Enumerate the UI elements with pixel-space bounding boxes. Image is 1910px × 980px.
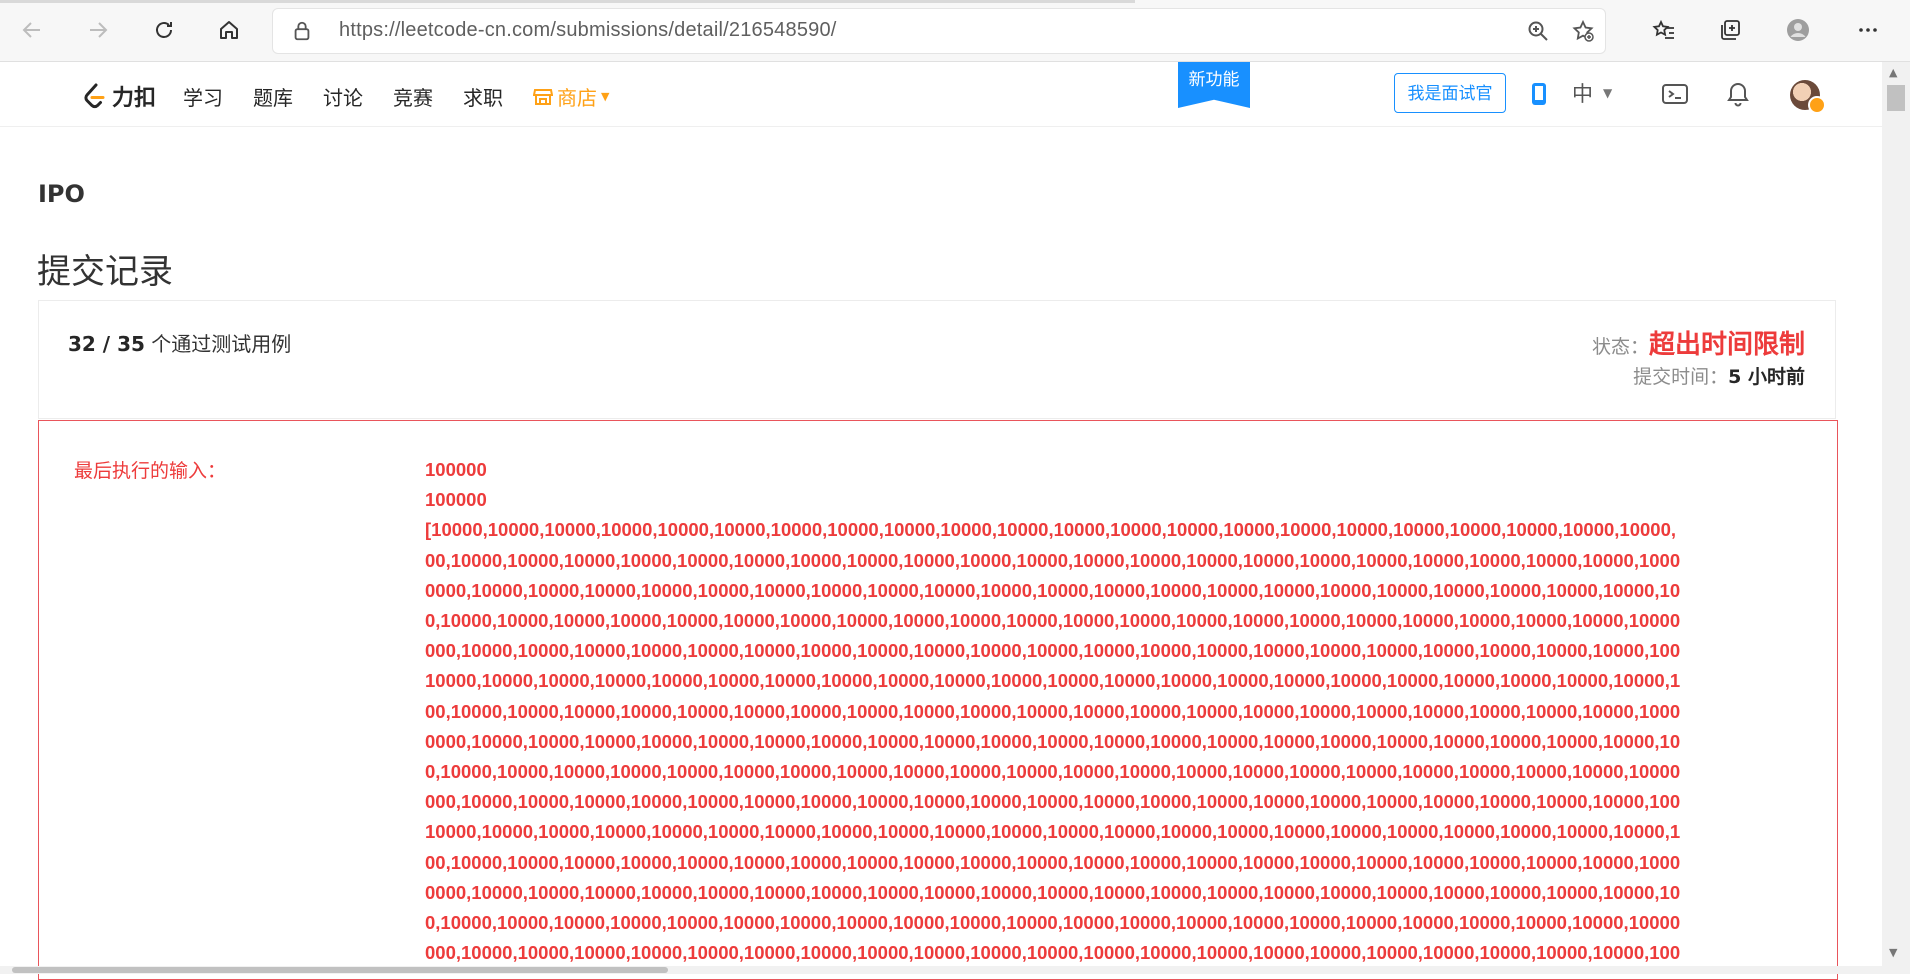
horizontal-scrollbar-thumb[interactable] [12, 967, 668, 973]
input-line: 0000,10000,10000,10000,10000,10000,10000… [425, 730, 1681, 752]
site-logo[interactable]: 力扣 [80, 80, 156, 112]
favorites-icon[interactable] [1646, 12, 1682, 48]
passed-testcases: 32 / 35 个通过测试用例 [68, 328, 291, 357]
input-line: 0000,10000,10000,10000,10000,10000,10000… [425, 579, 1681, 601]
result-card [38, 300, 1836, 419]
status-label: 状态： [1591, 336, 1649, 358]
last-input-label: 最后执行的输入： [74, 460, 227, 482]
input-line: [10000,10000,10000,10000,10000,10000,100… [425, 519, 1677, 541]
lock-icon[interactable] [291, 20, 313, 42]
input-line: 100000 [425, 459, 487, 480]
shop-icon [533, 88, 553, 105]
nav-problems[interactable]: 题库 [253, 82, 293, 111]
input-line: 0000,10000,10000,10000,10000,10000,10000… [425, 881, 1681, 903]
input-line: 0,10000,10000,10000,10000,10000,10000,10… [425, 912, 1681, 934]
chevron-down-icon: ▼ [1603, 86, 1613, 100]
submit-time-value: 5 小时前 [1728, 366, 1805, 388]
profile-icon[interactable] [1780, 12, 1816, 48]
input-line: 10000,10000,10000,10000,10000,10000,1000… [425, 670, 1681, 692]
address-bar[interactable]: https://leetcode-cn.com/submissions/deta… [272, 8, 1606, 54]
browser-toolbar: https://leetcode-cn.com/submissions/deta… [0, 0, 1910, 62]
scroll-down-icon[interactable]: ▼ [1889, 946, 1897, 959]
chevron-down-icon: ▼ [601, 90, 610, 103]
input-line: 00,10000,10000,10000,10000,10000,10000,1… [425, 549, 1681, 571]
input-line: 000,10000,10000,10000,10000,10000,10000,… [425, 791, 1681, 813]
scroll-up-icon[interactable]: ▲ [1889, 66, 1897, 79]
avatar-badge [1808, 96, 1826, 114]
terminal-icon[interactable] [1661, 80, 1689, 108]
status-badge: 超出时间限制 [1648, 330, 1805, 360]
input-line: 00,10000,10000,10000,10000,10000,10000,1… [425, 700, 1681, 722]
main-nav: 学习 题库 讨论 竞赛 求职 商店 ▼ [183, 82, 609, 111]
vertical-scrollbar-thumb[interactable] [1887, 85, 1905, 111]
status-line: 状态：超出时间限制 [1592, 324, 1805, 361]
url-text[interactable]: https://leetcode-cn.com/submissions/deta… [339, 19, 837, 42]
more-icon[interactable] [1850, 12, 1886, 48]
submit-time-line: 提交时间：5 小时前 [1633, 362, 1805, 389]
input-line: 000,10000,10000,10000,10000,10000,10000,… [425, 942, 1681, 964]
passed-count: 32 / 35 [68, 332, 145, 356]
nav-discuss[interactable]: 讨论 [323, 82, 363, 111]
forward-icon[interactable] [80, 12, 116, 48]
vertical-scrollbar[interactable] [1882, 62, 1910, 974]
bell-icon[interactable] [1724, 80, 1752, 108]
input-line: 100000 [425, 489, 487, 511]
nav-jobs[interactable]: 求职 [463, 82, 503, 111]
tab-strip-edge [0, 0, 1135, 3]
interviewer-button[interactable]: 我是面试官 [1394, 73, 1506, 113]
nav-shop[interactable]: 商店 ▼ [533, 82, 609, 111]
language-label: 中 [1572, 82, 1593, 106]
passed-suffix: 个通过测试用例 [144, 332, 292, 356]
problem-title[interactable]: IPO [38, 180, 85, 208]
input-line: 000,10000,10000,10000,10000,10000,10000,… [425, 640, 1681, 662]
nav-shop-label: 商店 [557, 86, 597, 110]
reload-icon[interactable] [146, 12, 182, 48]
collections-icon[interactable] [1712, 12, 1748, 48]
input-line: 00,10000,10000,10000,10000,10000,10000,1… [425, 851, 1681, 873]
language-selector[interactable]: 中 ▼ [1572, 78, 1612, 108]
zoom-icon[interactable] [1526, 19, 1550, 43]
logo-text: 力扣 [112, 86, 157, 111]
input-line: 0,10000,10000,10000,10000,10000,10000,10… [425, 610, 1681, 632]
mobile-icon[interactable] [1525, 80, 1553, 108]
last-input-values: 100000 100000 [10000,10000,10000,10000,1… [425, 455, 1885, 970]
input-line: 0,10000,10000,10000,10000,10000,10000,10… [425, 761, 1681, 783]
submit-time-label: 提交时间： [1633, 366, 1729, 388]
back-icon[interactable] [14, 12, 50, 48]
leetcode-logo-icon [84, 83, 105, 109]
home-icon[interactable] [211, 12, 247, 48]
nav-learn[interactable]: 学习 [183, 82, 223, 111]
input-line: 10000,10000,10000,10000,10000,10000,1000… [425, 821, 1681, 843]
nav-contest[interactable]: 竞赛 [393, 82, 433, 111]
add-favorite-icon[interactable] [1571, 19, 1595, 43]
page-title: 提交记录 [37, 252, 173, 292]
